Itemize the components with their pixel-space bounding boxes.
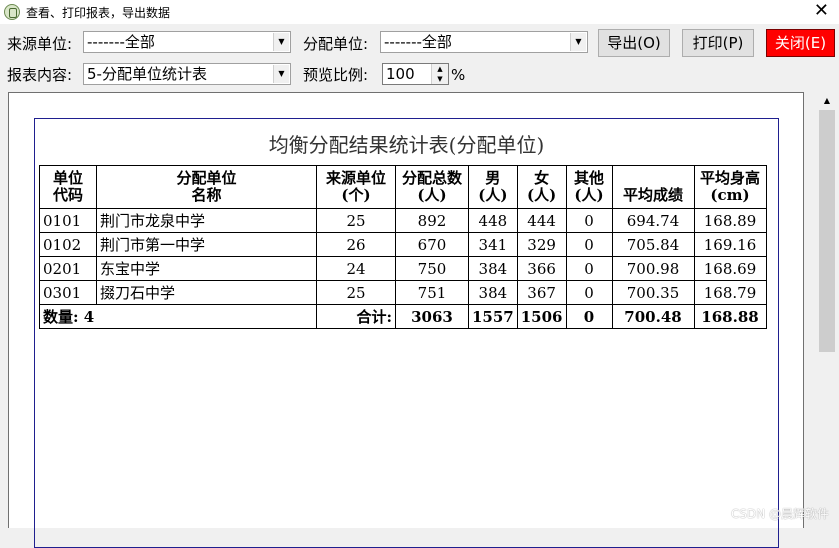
report-table: 单位 代码 分配单位 名称 来源单位 (个) 分配总数 (人) 男 (人) 女 (人) 其他… <box>39 165 767 329</box>
spin-up-icon[interactable]: ▲ <box>432 64 448 74</box>
scroll-thumb[interactable] <box>819 110 835 352</box>
report-title: 均衡分配结果统计表(分配单位) <box>268 133 545 157</box>
source-unit-label: 来源单位: <box>7 35 73 53</box>
window-title: 查看、打印报表，导出数据 <box>26 5 171 20</box>
report-content-value: 5-分配单位统计表 <box>87 65 207 83</box>
header-unit-name: 分配单位 名称 <box>96 165 317 209</box>
header-male: 男 (人) <box>468 165 518 209</box>
zoom-unit: % <box>451 66 466 84</box>
app-icon <box>4 4 20 20</box>
header-total: 分配总数 (人) <box>395 165 469 209</box>
record-count: 数量: 4 <box>39 304 317 329</box>
header-unit-code: 单位 代码 <box>39 165 97 209</box>
scroll-up-icon[interactable]: ▲ <box>817 92 837 110</box>
report-preview[interactable]: 均衡分配结果统计表(分配单位) 单位 代码 分配单位 名称 来源单位 (个) 分配总数… <box>8 92 804 548</box>
source-unit-value: -------全部 <box>87 33 155 51</box>
dest-unit-select[interactable]: -------全部 ▼ <box>380 31 588 53</box>
sum-label: 合计: <box>316 304 396 329</box>
source-unit-select[interactable]: -------全部 ▼ <box>83 31 291 53</box>
report-content-label: 报表内容: <box>7 66 73 84</box>
header-source-count: 来源单位 (个) <box>316 165 396 209</box>
zoom-label: 预览比例: <box>303 66 369 84</box>
watermark: CSDN @晨辉软件 <box>730 507 829 521</box>
report-content-select[interactable]: 5-分配单位统计表 ▼ <box>83 63 291 85</box>
spin-down-icon[interactable]: ▼ <box>432 74 448 84</box>
close-button[interactable]: 关闭(E) <box>766 29 835 57</box>
vertical-scrollbar[interactable]: ▲ <box>817 92 837 528</box>
window-close-icon[interactable]: ✕ <box>814 1 829 21</box>
zoom-value: 100 <box>386 65 415 83</box>
header-avg-score: 平均成绩 <box>611 165 695 209</box>
report-page: 均衡分配结果统计表(分配单位) 单位 代码 分配单位 名称 来源单位 (个) 分配总数… <box>34 118 779 548</box>
dest-unit-value: -------全部 <box>384 33 452 51</box>
header-avg-height: 平均身高 (cm) <box>693 165 767 209</box>
chevron-down-icon[interactable]: ▼ <box>570 33 586 51</box>
spinner-arrows[interactable]: ▲ ▼ <box>431 64 448 84</box>
total-row: 数量: 4 合计: 3063 1557 1506 0 700.48 168.88 <box>39 304 767 329</box>
chevron-down-icon[interactable]: ▼ <box>273 33 289 51</box>
table-row: 0102 荆门市第一中学 26 670 341 329 0 705.84 169.16 <box>39 232 767 257</box>
export-button[interactable]: 导出(O) <box>598 29 670 57</box>
header-female: 女 (人) <box>516 165 567 209</box>
chevron-down-icon[interactable]: ▼ <box>273 65 289 83</box>
zoom-spinner[interactable]: 100 ▲ ▼ <box>382 63 449 85</box>
table-row: 0301 掇刀石中学 25 751 384 367 0 700.35 168.79 <box>39 280 767 305</box>
title-bar: 查看、打印报表，导出数据 ✕ <box>0 0 839 24</box>
header-other: 其他 (人) <box>565 165 613 209</box>
table-row: 0201 东宝中学 24 750 384 366 0 700.98 168.69 <box>39 256 767 281</box>
print-button[interactable]: 打印(P) <box>682 29 754 57</box>
table-row: 0101 荆门市龙泉中学 25 892 448 444 0 694.74 168.89 <box>39 208 767 233</box>
dest-unit-label: 分配单位: <box>303 35 369 53</box>
